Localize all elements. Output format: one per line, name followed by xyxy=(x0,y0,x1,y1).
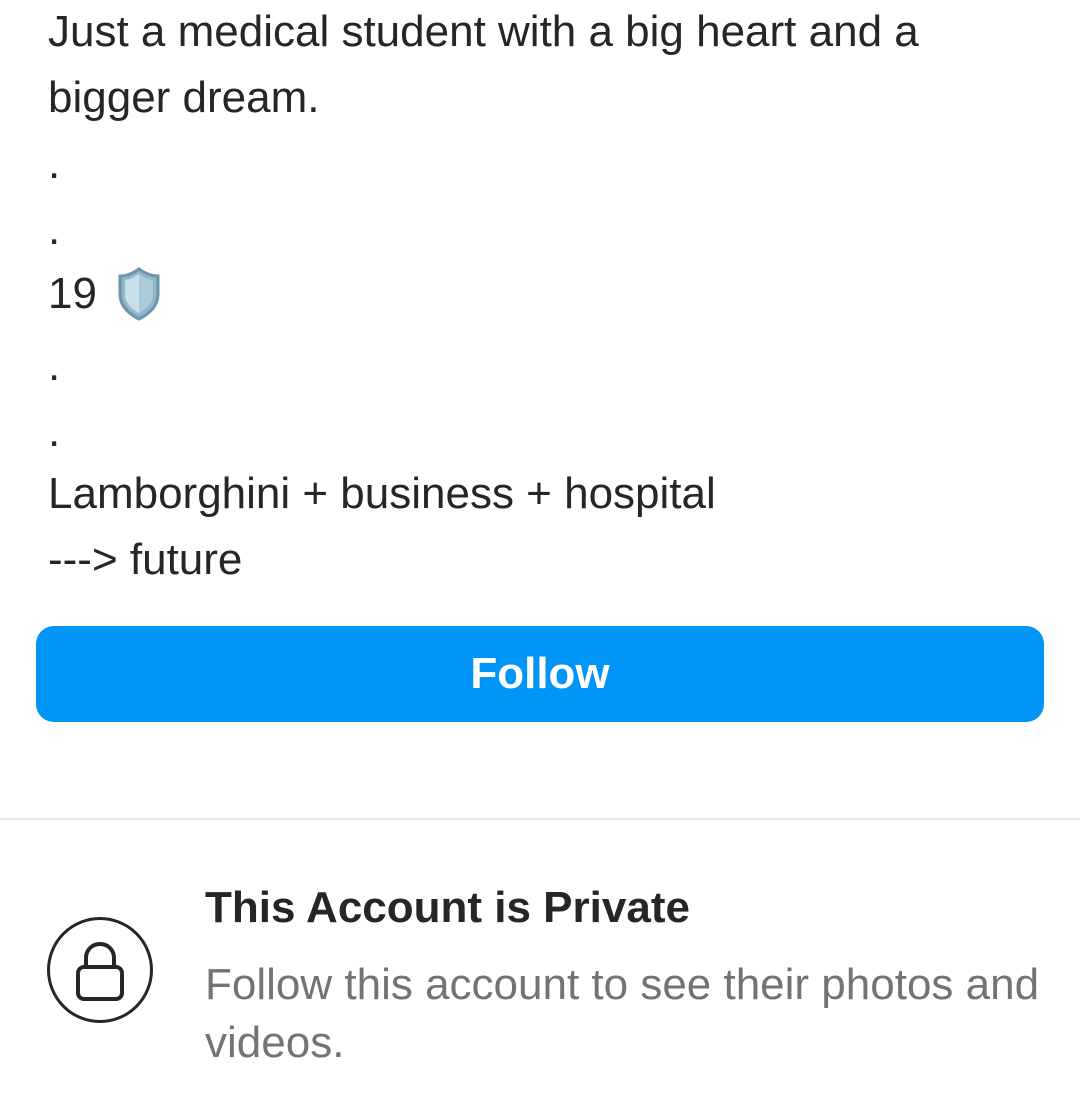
private-account-title: This Account is Private xyxy=(205,883,690,932)
follow-button[interactable]: Follow xyxy=(36,626,1044,722)
bio-dot: . xyxy=(48,139,61,188)
bio-dot: . xyxy=(48,205,61,254)
bio-line-dream: bigger dream. xyxy=(48,73,320,122)
bio-line-intro: Just a medical student with a big heart … xyxy=(48,7,919,56)
bio-age: 19 xyxy=(48,269,97,318)
shield-icon xyxy=(117,266,161,322)
bio-line-future: ---> future xyxy=(48,535,243,584)
bio-age-row: 19 xyxy=(48,266,161,322)
bio-dot: . xyxy=(48,407,61,456)
section-divider xyxy=(0,818,1080,820)
private-account-subtitle: Follow this account to see their photos … xyxy=(205,960,1040,1067)
bio-line-lamborghini: Lamborghini + business + hospital xyxy=(48,469,716,518)
lock-icon xyxy=(47,917,153,1023)
bio-dot: . xyxy=(48,341,61,390)
